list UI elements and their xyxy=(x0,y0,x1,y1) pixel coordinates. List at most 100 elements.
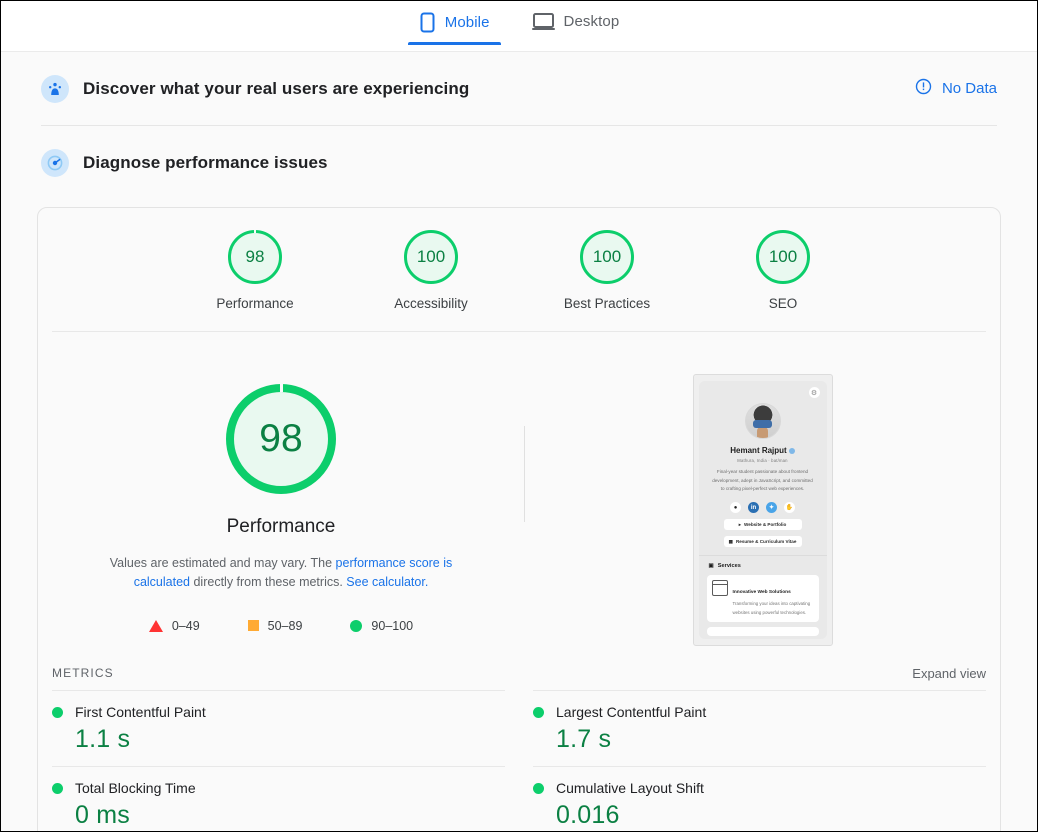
thumbnail-service-title: Innovative Web Solutions xyxy=(732,590,791,596)
briefcase-icon: ▣ xyxy=(708,563,714,570)
status-dot-icon xyxy=(533,706,544,718)
info-circle-icon xyxy=(915,78,932,99)
performance-summary: 98 Performance Values are estimated and … xyxy=(38,374,524,652)
window-icon xyxy=(711,580,728,597)
metric-fcp-head: First Contentful Paint xyxy=(52,704,505,720)
avatar xyxy=(744,403,781,439)
category-accessibility-label: Accessibility xyxy=(394,296,468,311)
ring-notch-large xyxy=(279,384,283,392)
real-users-icon xyxy=(41,74,69,103)
seo-score: 100 xyxy=(768,247,798,266)
lab-data-title: Diagnose performance issues xyxy=(83,153,328,172)
thumbnail-social-row: ● in ✦ ✋ xyxy=(707,502,819,514)
metric-fcp-name: First Contentful Paint xyxy=(75,704,206,720)
metric-fcp-value: 1.1 s xyxy=(75,725,131,753)
best-practices-score: 100 xyxy=(592,247,622,266)
lighthouse-report-card: 98 Performance 100 Accessibility 100 Bes… xyxy=(37,207,1001,831)
pagespeed-insights-report: Mobile Desktop Discover what your real u… xyxy=(0,0,1038,832)
no-data-label: No Data xyxy=(941,80,997,97)
performance-large-label: Performance xyxy=(226,516,336,537)
thumbnail-service-card-partial xyxy=(706,626,819,636)
screenshot-panel: ⚙ Hemant Rajput Mathura, India · bat/man… xyxy=(525,374,1000,652)
legend-item-high: 90–100 xyxy=(350,619,413,633)
performance-ring: 98 xyxy=(228,230,282,284)
performance-large-score: 98 xyxy=(259,417,303,460)
accessibility-ring: 100 xyxy=(404,230,458,284)
device-tab-bar: Mobile Desktop xyxy=(1,1,1037,51)
thumbnail-location: Mathura, India · bat/man xyxy=(737,458,788,463)
diagnose-gauge-icon xyxy=(41,149,69,177)
legend-mid-range: 50–89 xyxy=(267,618,303,633)
metric-cls-head: Cumulative Layout Shift xyxy=(533,780,986,796)
thumbnail-resume-label: Resume & Curriculum Vitae xyxy=(735,539,797,545)
gear-icon: ⚙ xyxy=(808,387,820,398)
best-practices-ring: 100 xyxy=(580,230,634,284)
thumbnail-services-label: Services xyxy=(717,563,741,570)
category-score-row: 98 Performance 100 Accessibility 100 Bes… xyxy=(52,208,986,332)
description-part1: Values are estimated and may vary. The xyxy=(109,556,336,570)
performance-description: Values are estimated and may vary. The p… xyxy=(81,554,481,593)
metric-row-lcp[interactable]: Largest Contentful Paint 1.7 s xyxy=(533,690,986,766)
rocket-icon: ▸ xyxy=(738,521,742,527)
legend-item-low: 0–49 xyxy=(148,619,200,633)
document-icon: ▦ xyxy=(728,538,733,544)
category-performance-label: Performance xyxy=(216,296,294,311)
metric-tbt-head: Total Blocking Time xyxy=(52,780,505,796)
expand-view-button[interactable]: Expand view xyxy=(912,666,986,681)
metric-lcp-head: Largest Contentful Paint xyxy=(533,704,986,720)
metric-tbt-name: Total Blocking Time xyxy=(75,780,196,796)
metric-cls-value: 0.016 xyxy=(556,801,620,829)
category-accessibility[interactable]: 100 Accessibility xyxy=(371,230,491,311)
thumbnail-service-card: Innovative Web Solutions Transforming yo… xyxy=(706,575,819,622)
status-dot-icon xyxy=(52,706,63,718)
no-data-status[interactable]: No Data xyxy=(915,78,997,99)
metric-row-tbt[interactable]: Total Blocking Time 0 ms xyxy=(52,766,505,831)
thumbnail-bio: Final-year student passionate about fron… xyxy=(712,469,813,492)
metric-row-cls[interactable]: Cumulative Layout Shift 0.016 xyxy=(533,766,986,831)
metric-cls-name: Cumulative Layout Shift xyxy=(556,780,704,796)
tab-mobile[interactable]: Mobile xyxy=(407,7,501,45)
category-seo[interactable]: 100 SEO xyxy=(723,230,843,311)
tab-desktop[interactable]: Desktop xyxy=(528,7,624,43)
score-legend: 0–49 50–89 90–100 xyxy=(38,619,524,633)
status-dot-icon xyxy=(52,782,63,794)
thumbnail-service-text: Innovative Web Solutions Transforming yo… xyxy=(733,580,814,617)
metrics-column-right: Largest Contentful Paint 1.7 s Cumulativ… xyxy=(533,690,986,831)
thumbnail-services-heading: ▣ Services xyxy=(707,563,819,569)
twitter-icon: ✦ xyxy=(766,502,777,514)
linkedin-icon: in xyxy=(748,502,759,514)
legend-high-range: 90–100 xyxy=(371,618,414,633)
metrics-heading: METRICS xyxy=(52,666,114,680)
lab-data-section-header: Diagnose performance issues xyxy=(1,126,1037,200)
metrics-column-left: First Contentful Paint 1.1 s Total Block… xyxy=(52,690,505,831)
mobile-icon xyxy=(419,12,436,33)
metric-tbt-value: 0 ms xyxy=(75,801,130,829)
peerlist-icon: ✋ xyxy=(784,502,795,514)
square-icon xyxy=(247,620,259,632)
performance-large-ring: 98 xyxy=(226,384,336,494)
circle-icon xyxy=(350,619,363,632)
category-best-practices-label: Best Practices xyxy=(563,296,651,311)
github-icon: ● xyxy=(730,502,741,514)
final-screenshot-thumbnail[interactable]: ⚙ Hemant Rajput Mathura, India · bat/man… xyxy=(692,374,833,646)
legend-item-mid: 50–89 xyxy=(247,618,303,633)
category-best-practices[interactable]: 100 Best Practices xyxy=(547,230,667,311)
thumbnail-portfolio-label: Website & Portfolio xyxy=(744,522,787,528)
thumbnail-divider xyxy=(698,555,827,557)
triangle-icon xyxy=(148,619,163,632)
performance-summary-row: 98 Performance Values are estimated and … xyxy=(38,332,1000,652)
status-dot-icon xyxy=(533,782,544,794)
see-calculator-link[interactable]: See calculator. xyxy=(346,575,428,589)
accessibility-score: 100 xyxy=(416,247,446,266)
ring-notch xyxy=(254,230,256,233)
category-performance[interactable]: 98 Performance xyxy=(195,230,315,311)
tab-desktop-label: Desktop xyxy=(563,13,620,30)
thumbnail-portfolio-button: ▸ Website & Portfolio xyxy=(723,519,802,531)
performance-score: 98 xyxy=(245,247,265,266)
description-part2: directly from these metrics. xyxy=(190,575,347,590)
category-seo-label: SEO xyxy=(768,296,798,311)
thumbnail-service-desc: Transforming your ideas into captivating… xyxy=(732,601,811,615)
metrics-header: METRICS Expand view xyxy=(38,656,1000,690)
thumbnail-content: ⚙ Hemant Rajput Mathura, India · bat/man… xyxy=(698,381,827,639)
metric-row-fcp[interactable]: First Contentful Paint 1.1 s xyxy=(52,690,505,766)
